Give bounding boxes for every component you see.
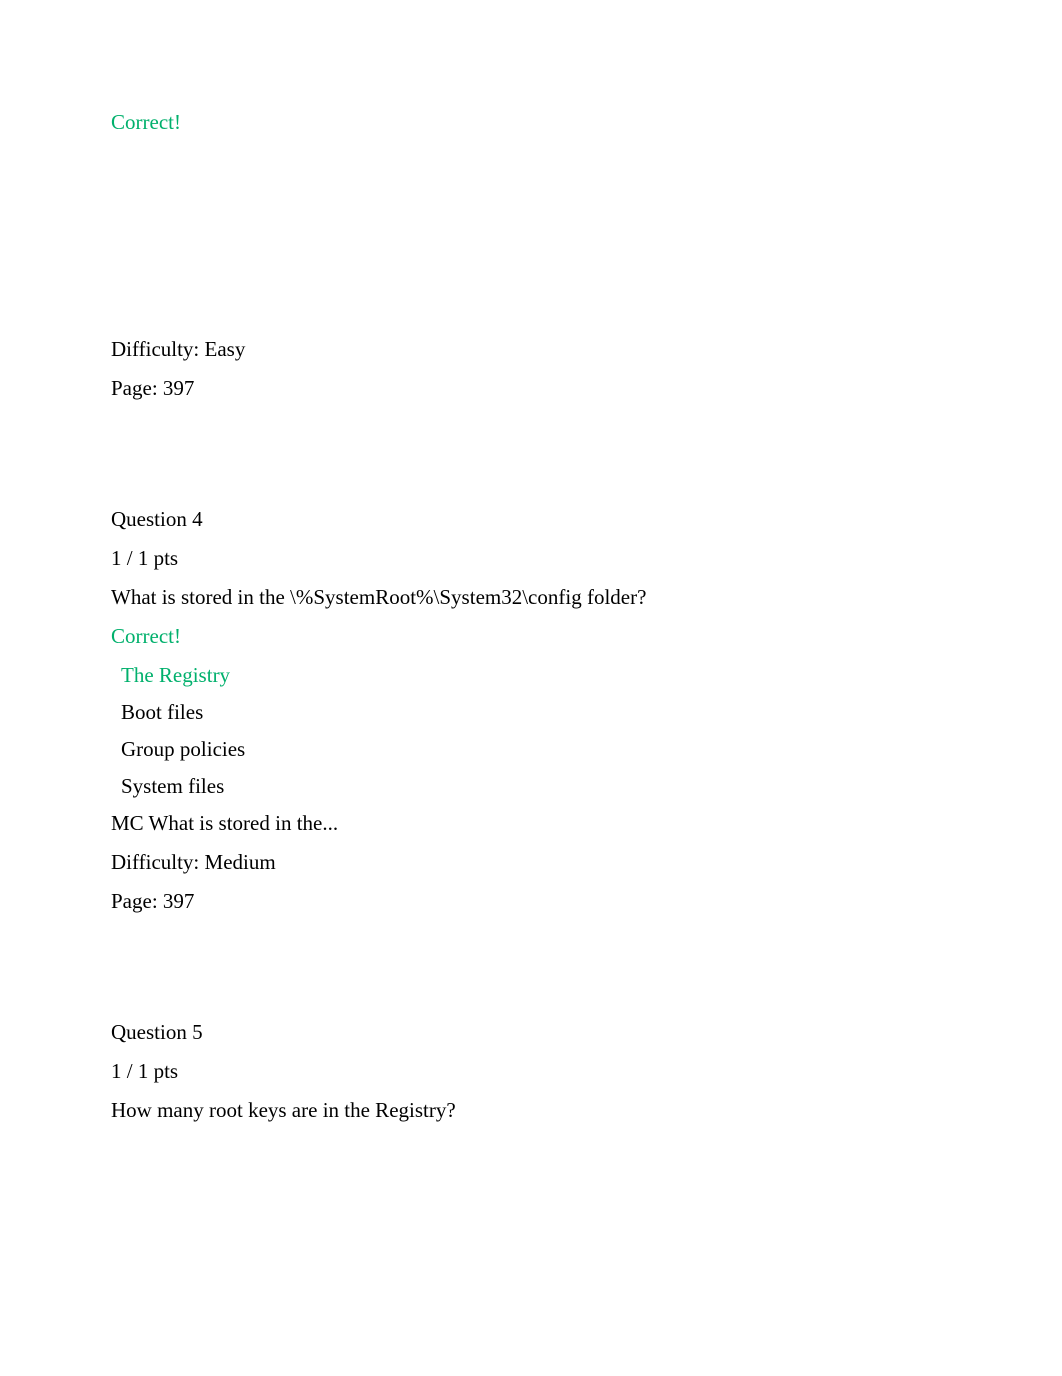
q5-question: How many root keys are in the Registry?	[111, 1098, 982, 1123]
q4-correct-label: Correct!	[111, 624, 982, 649]
q3-correct-label: Correct!	[111, 110, 982, 135]
q5-header: Question 5	[111, 1020, 982, 1045]
q4-difficulty: Difficulty: Medium	[111, 850, 982, 875]
q4-points: 1 / 1 pts	[111, 546, 982, 571]
q4-option-2: Boot files	[111, 700, 982, 725]
q5-points: 1 / 1 pts	[111, 1059, 982, 1084]
q3-page: Page: 397	[111, 376, 982, 401]
q4-question: What is stored in the \%SystemRoot%\Syst…	[111, 585, 982, 610]
q3-difficulty: Difficulty: Easy	[111, 337, 982, 362]
q4-option-1: The Registry	[111, 663, 982, 688]
q3-blurred-content	[111, 149, 982, 329]
q4-page: Page: 397	[111, 889, 982, 914]
q4-meta-line: MC What is stored in the...	[111, 811, 982, 836]
q4-option-4: System files	[111, 774, 982, 799]
q5-blurred-content	[111, 1137, 982, 1277]
q4-option-3: Group policies	[111, 737, 982, 762]
q4-header: Question 4	[111, 507, 982, 532]
